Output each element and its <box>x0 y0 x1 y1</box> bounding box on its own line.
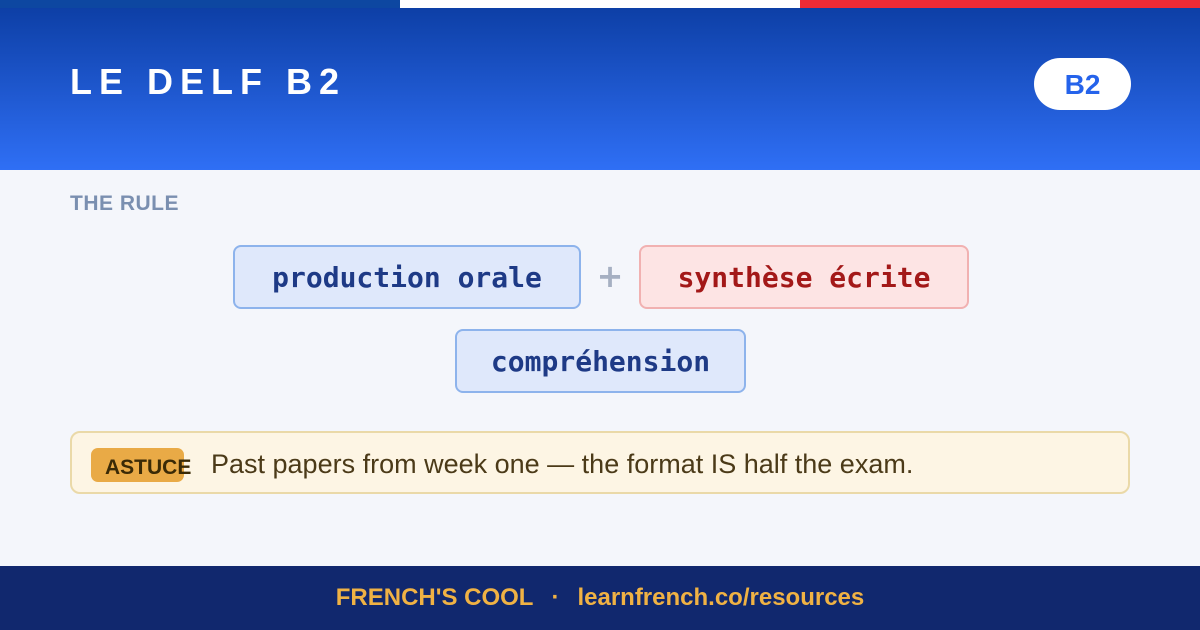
tip-text: Past papers from week one — the format I… <box>211 449 914 479</box>
footer-bar: FRENCH'S COOL · learnfrench.co/resources <box>0 566 1200 630</box>
flag-stripe-blue <box>0 0 400 8</box>
flag-stripe-white <box>400 0 800 8</box>
french-flag-strip <box>0 0 1200 8</box>
footer-url[interactable]: learnfrench.co/resources <box>577 584 864 612</box>
section-label: THE RULE <box>70 192 179 215</box>
og-card: LE DELF B2 B2 THE RULE production orale … <box>0 0 1200 630</box>
header-banner: LE DELF B2 B2 <box>0 8 1200 170</box>
flag-stripe-red <box>800 0 1200 8</box>
page-title: LE DELF B2 <box>70 61 347 102</box>
footer-brand: FRENCH'S COOL <box>335 584 534 611</box>
plus-operator: + <box>596 257 624 295</box>
rule-chip-synthese-ecrite: synthèse écrite <box>639 245 969 309</box>
tip-callout: ASTUCE Past papers from week one — the f… <box>70 431 1130 494</box>
rule-chip-comprehension: compréhension <box>455 329 746 393</box>
footer-separator: · <box>551 584 560 611</box>
level-badge: B2 <box>1034 58 1131 110</box>
tip-badge-label: ASTUCE <box>105 456 192 479</box>
rule-chip-production-orale: production orale <box>233 245 581 309</box>
